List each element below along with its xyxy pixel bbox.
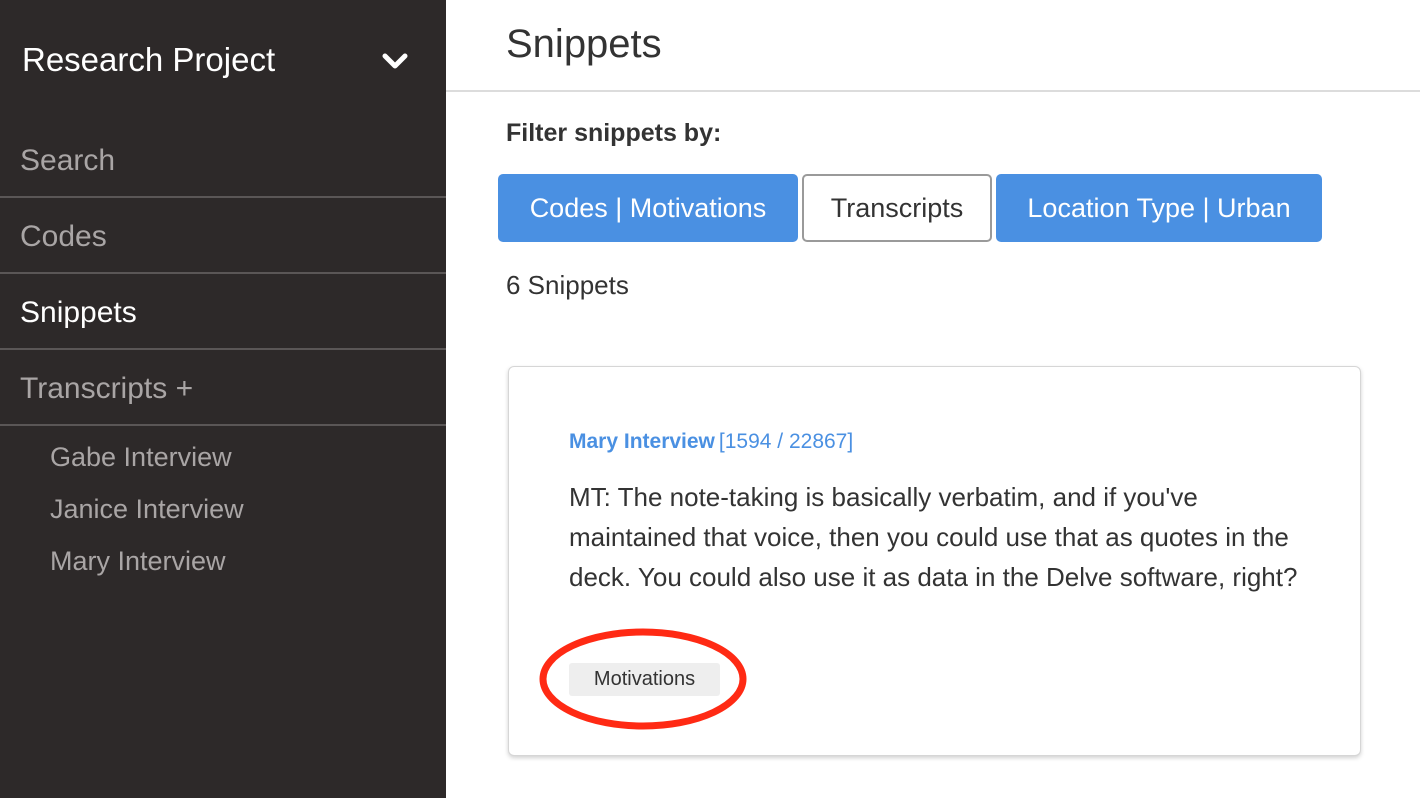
app-window: Research Project Search Codes Snippets T… (0, 0, 1420, 798)
project-title: Research Project (22, 41, 276, 78)
project-switcher[interactable]: Research Project (0, 0, 446, 122)
snippet-range: [1594 / 22867] (718, 430, 854, 453)
snippet-text: MT: The note-taking is basically verbati… (569, 482, 1298, 592)
filter-location-button[interactable]: Location Type | Urban (996, 174, 1322, 242)
filter-heading: Filter snippets by: (506, 119, 722, 147)
chevron-down-icon[interactable] (381, 51, 409, 73)
main-content: Snippets Filter snippets by: Codes | Mot… (446, 0, 1420, 798)
transcript-item-label: Mary Interview (50, 546, 226, 576)
sidebar-item-transcripts[interactable]: Transcripts + (0, 350, 446, 426)
code-tag[interactable]: Motivations (569, 663, 720, 696)
sidebar: Research Project Search Codes Snippets T… (0, 0, 446, 798)
transcript-list: Gabe Interview Janice Interview Mary Int… (0, 433, 446, 589)
sidebar-item-codes[interactable]: Codes (0, 198, 446, 274)
sidebar-item-search[interactable]: Search (0, 122, 446, 198)
snippet-count: 6 Snippets (506, 270, 629, 300)
transcript-item-janice[interactable]: Janice Interview (0, 485, 446, 537)
transcript-item-label: Gabe Interview (50, 442, 232, 472)
sidebar-item-label: Transcripts + (20, 372, 194, 405)
transcript-item-label: Janice Interview (50, 494, 244, 524)
title-divider (446, 90, 1420, 92)
page-title: Snippets (506, 22, 662, 66)
snippet-source: Mary Interview [1594 / 22867] (569, 428, 853, 456)
filter-transcripts-button[interactable]: Transcripts (802, 174, 992, 242)
sidebar-nav: Search Codes Snippets Transcripts + (0, 122, 446, 426)
filter-codes-button[interactable]: Codes | Motivations (498, 174, 798, 242)
snippet-card: Mary Interview [1594 / 22867] MT: The not… (508, 366, 1361, 756)
sidebar-item-label: Codes (20, 220, 107, 253)
transcript-item-mary[interactable]: Mary Interview (0, 537, 446, 589)
transcript-item-gabe[interactable]: Gabe Interview (0, 433, 446, 485)
sidebar-item-label: Search (20, 144, 116, 177)
sidebar-item-label: Snippets (20, 296, 137, 329)
snippet-source-link[interactable]: Mary Interview (569, 430, 715, 453)
sidebar-item-snippets[interactable]: Snippets (0, 274, 446, 350)
